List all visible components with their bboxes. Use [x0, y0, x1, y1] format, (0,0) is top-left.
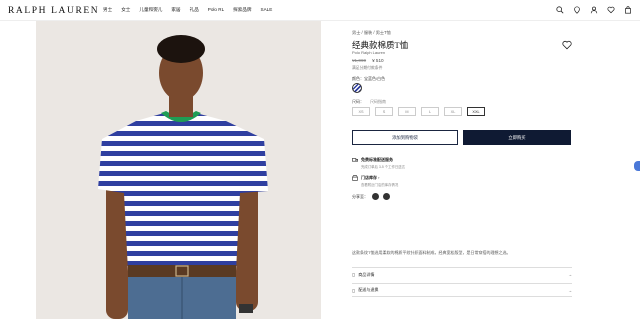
size-label-row: 尺码： 尺码指南 — [352, 99, 386, 105]
size-option-xs[interactable]: XS — [352, 107, 370, 116]
shipping-subtitle: 完成订单后 3-5 个工作日送达 — [361, 165, 406, 169]
color-label: 颜色： — [352, 76, 364, 81]
details-icon: ◻ — [352, 272, 356, 277]
weibo-icon[interactable] — [372, 193, 379, 200]
installment-note[interactable]: 满足分期付款条件 — [352, 66, 382, 71]
wishlist-icon[interactable] — [606, 5, 615, 14]
size-option-m[interactable]: M — [398, 107, 416, 116]
accordion-shipping-returns[interactable]: ◻ 配送与退换 → — [352, 283, 572, 297]
sale-price: ¥ 510 — [372, 58, 384, 63]
nav-item-gifts[interactable]: 礼品 — [190, 7, 199, 13]
color-swatch[interactable] — [352, 83, 362, 93]
share-row: 分享至： — [352, 193, 390, 200]
main-nav: 男士 女士 儿童和婴儿 家居 礼品 Polo RL 探索品牌 SALE — [103, 7, 272, 13]
accordion-label: 商品详情 — [358, 271, 375, 277]
accordion-product-details[interactable]: ◻ 商品详情 → — [352, 267, 572, 281]
brand-logo[interactable]: RALPH LAUREN — [8, 6, 99, 16]
nav-item-sale[interactable]: SALE — [261, 7, 273, 13]
nav-item-kids[interactable]: 儿童和婴儿 — [139, 7, 162, 13]
product-image[interactable] — [36, 21, 321, 319]
size-guide-link[interactable]: 尺码指南 — [370, 99, 386, 105]
size-option-xl[interactable]: XL — [444, 107, 462, 116]
store-availability[interactable]: 门店库存 › 查看附近门店的库存情况 — [352, 175, 398, 187]
color-label-row: 颜色：宝蓝色/白色 — [352, 76, 385, 82]
original-price: ¥1,090 — [352, 58, 367, 63]
product-description: 这款条纹T恤选用柔软的棉质平纹针织面料制成，经典宽松版型，是日常穿搭的理想之选。 — [352, 250, 511, 255]
product-brand: Polo Ralph Lauren — [352, 50, 386, 55]
nav-item-explore[interactable]: 探索品牌 — [233, 7, 251, 13]
share-label: 分享至： — [352, 193, 368, 199]
account-icon[interactable] — [589, 5, 598, 14]
store-subtitle: 查看附近门店的库存情况 — [361, 183, 399, 187]
size-label: 尺码： — [352, 99, 364, 104]
nav-item-polo-rl[interactable]: Polo RL — [208, 7, 224, 13]
store-title: 门店库存 — [361, 175, 377, 180]
nav-item-home[interactable]: 家居 — [171, 7, 180, 13]
shipping-info: 免费标准配送服务完成订单后 3-5 个工作日送达 — [352, 157, 405, 169]
size-option-l[interactable]: L — [421, 107, 439, 116]
price-block: ¥1,090 ¥ 510 — [352, 58, 384, 63]
arrow-right-icon: → — [568, 287, 572, 293]
returns-icon: ◻ — [352, 287, 356, 293]
store-icon — [352, 175, 358, 181]
arrow-right-icon: → — [568, 272, 572, 277]
store-locator-icon[interactable] — [572, 5, 581, 14]
wechat-icon[interactable] — [383, 193, 390, 200]
top-navigation: RALPH LAUREN 男士 女士 儿童和婴儿 家居 礼品 Polo RL 探… — [0, 0, 640, 21]
truck-icon — [352, 158, 358, 162]
color-value: 宝蓝色/白色 — [364, 76, 386, 81]
size-option-xxl[interactable]: XXL — [467, 107, 485, 116]
search-icon[interactable] — [555, 5, 564, 14]
buy-now-button[interactable]: 立即购买 — [463, 130, 571, 145]
nav-item-women[interactable]: 女士 — [121, 7, 130, 13]
chat-widget-tab[interactable] — [634, 161, 640, 171]
nav-item-men[interactable]: 男士 — [103, 7, 112, 13]
size-option-s[interactable]: S — [375, 107, 393, 116]
bag-icon[interactable] — [623, 5, 632, 14]
favorite-heart-icon[interactable] — [562, 37, 572, 50]
shipping-title: 免费标准配送服务 — [361, 157, 393, 162]
size-selector: XS S M L XL XXL — [352, 107, 485, 116]
breadcrumb[interactable]: 男士 / 服装 / 男士T恤 — [352, 30, 391, 36]
add-to-bag-button[interactable]: 添加到购物袋 — [352, 130, 458, 145]
header-icons — [555, 5, 632, 14]
accordion-label: 配送与退换 — [358, 287, 379, 292]
